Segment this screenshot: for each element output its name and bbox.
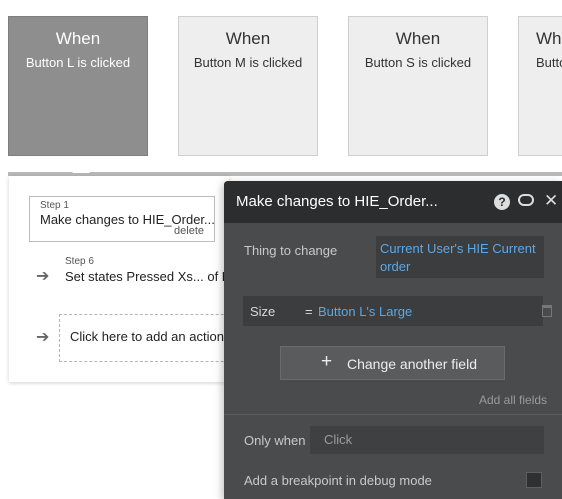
- breakpoint-label: Add a breakpoint in debug mode: [244, 473, 432, 488]
- card-event-label: Butto: [536, 55, 562, 70]
- card-event-label: Button M is clicked: [193, 55, 303, 70]
- card-when-label: When: [536, 29, 562, 48]
- event-card-button-s[interactable]: When Button S is clicked: [348, 16, 488, 156]
- change-another-field-button[interactable]: + Change another field: [280, 346, 505, 380]
- only-when-input[interactable]: Click: [310, 426, 544, 454]
- step-number: Step 1: [40, 200, 69, 211]
- step-1-box[interactable]: Step 1 Make changes to HIE_Order... dele…: [29, 196, 215, 242]
- size-label: Size: [250, 304, 276, 319]
- equals-sign: =: [305, 304, 313, 319]
- add-action-box[interactable]: Click here to add an action...: [59, 314, 249, 362]
- card-event-label: Button S is clicked: [364, 55, 472, 70]
- card-when-label: When: [395, 29, 441, 48]
- card-when-label: When: [55, 29, 101, 48]
- steps-panel: Step 1 Make changes to HIE_Order... dele…: [9, 176, 249, 382]
- close-icon[interactable]: ✕: [544, 191, 558, 211]
- help-icon[interactable]: ?: [494, 194, 510, 210]
- add-all-fields-link[interactable]: Add all fields: [479, 393, 547, 407]
- editor-title: Make changes to HIE_Order...: [236, 193, 438, 210]
- size-field-row[interactable]: Size = Button L's Large: [243, 296, 543, 326]
- delete-step-link[interactable]: delete: [174, 225, 204, 237]
- active-card-pointer: [72, 164, 90, 173]
- size-value[interactable]: Button L's Large: [318, 304, 412, 319]
- editor-header: Make changes to HIE_Order... ? ✕: [224, 181, 562, 223]
- only-when-placeholder: Click: [324, 432, 353, 447]
- property-editor: Make changes to HIE_Order... ? ✕ Thing t…: [224, 181, 562, 499]
- section-divider: [224, 414, 562, 415]
- thing-to-change-value[interactable]: Current User's HIE Current order: [376, 236, 544, 278]
- event-card-button-m[interactable]: When Button M is clicked: [178, 16, 318, 156]
- arrow-right-icon: ➔: [36, 268, 50, 285]
- only-when-label: Only when: [244, 433, 306, 448]
- plus-icon: +: [321, 351, 333, 372]
- arrow-right-icon: ➔: [36, 329, 50, 346]
- card-when-label: When: [225, 29, 271, 48]
- comment-icon[interactable]: [518, 194, 534, 206]
- event-card-button-l[interactable]: When Button L is clicked: [8, 16, 148, 156]
- card-event-label: Button L is clicked: [25, 55, 131, 70]
- event-card-partial[interactable]: When Butto: [518, 16, 562, 156]
- thing-to-change-label: Thing to change: [244, 243, 338, 258]
- trash-icon[interactable]: [542, 305, 552, 317]
- change-another-field-label: Change another field: [347, 356, 477, 372]
- breakpoint-checkbox[interactable]: [526, 472, 542, 488]
